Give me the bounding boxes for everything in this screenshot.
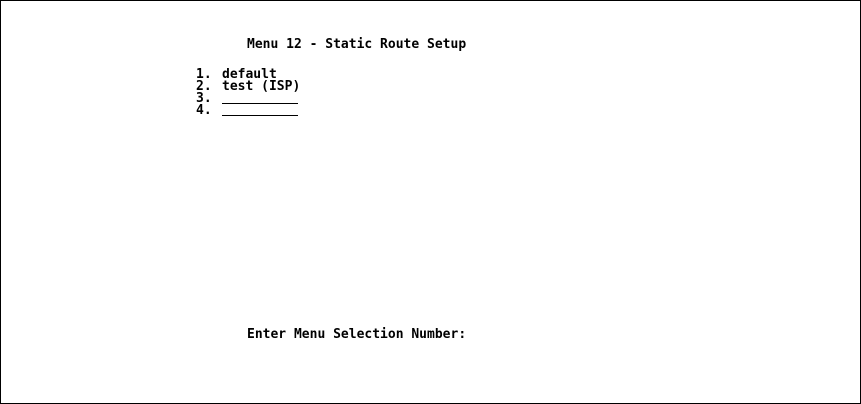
terminal-screen: Menu 12 - Static Route Setup 1. default … [0, 0, 861, 404]
menu-item-4[interactable]: 4. [196, 103, 300, 118]
menu-selection-input[interactable] [517, 327, 557, 341]
route-list: 1. default 2. test (ISP) 3. 4. [196, 68, 301, 118]
menu-item-blank-label [222, 93, 298, 104]
menu-item-label: test (ISP) [222, 79, 301, 94]
menu-item-number: 4. [196, 103, 212, 118]
selection-prompt: Enter Menu Selection Number: [247, 327, 467, 342]
menu-item-blank-label [222, 105, 298, 116]
menu-title: Menu 12 - Static Route Setup [247, 37, 467, 52]
